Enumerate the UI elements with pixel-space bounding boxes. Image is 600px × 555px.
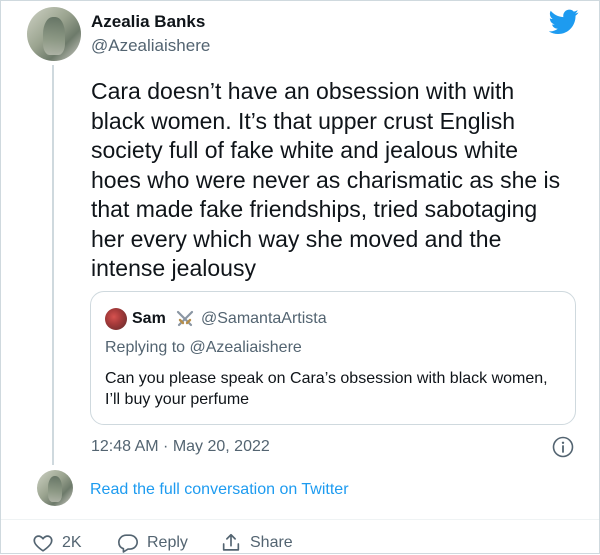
reply-icon [118,534,138,553]
actions-divider [1,519,599,520]
share-button[interactable]: Share [220,531,293,555]
share-icon [222,533,240,551]
heart-icon [33,535,53,552]
quoted-tweet-text: Can you please speak on Cara’s obsession… [105,370,548,408]
author-name[interactable]: Azealia Banks [91,12,205,32]
author-handle[interactable]: @Azealiaishere [91,36,210,56]
footer-author-avatar[interactable] [37,470,73,506]
like-count: 2K [62,534,82,551]
twitter-logo-icon[interactable] [549,9,579,35]
read-full-conversation-link[interactable]: Read the full conversation on Twitter [90,481,349,499]
quoted-tweet[interactable]: Sam @SamantaArtista Replying to @Azealia… [90,291,576,425]
reply-label: Reply [147,534,188,551]
crossed-swords-icon [176,310,194,327]
replying-to-label: Replying to @Azealiaishere [105,339,302,356]
info-icon[interactable] [552,436,574,458]
tweet-timestamp[interactable]: 12:48 AM · May 20, 2022 [91,438,270,456]
author-avatar[interactable] [27,7,81,61]
share-label: Share [250,534,293,551]
reply-button[interactable]: Reply [117,531,188,555]
quoted-author-name: Sam [132,310,166,327]
tweet-text: Cara doesn’t have an obsession with with… [91,78,561,281]
quoted-author-avatar [105,308,127,330]
like-button[interactable]: 2K [32,531,82,555]
thread-connector-line [52,65,54,465]
quoted-author-handle: @SamantaArtista [201,310,327,327]
embedded-tweet-card: Azealia Banks @Azealiaishere Cara doesn’… [0,0,600,554]
